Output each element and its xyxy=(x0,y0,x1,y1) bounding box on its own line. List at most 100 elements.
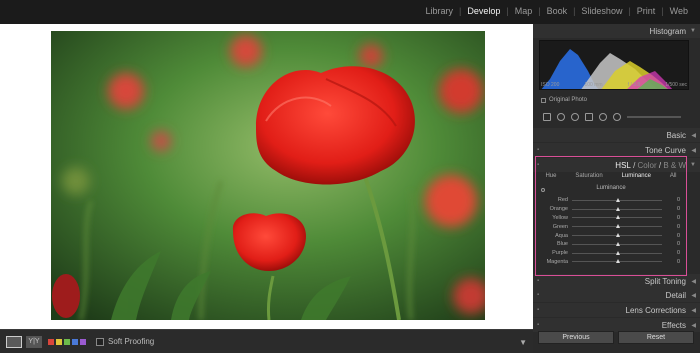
panel-switch-icon[interactable]: ▪ xyxy=(537,147,539,153)
before-after-button[interactable]: Y|Y xyxy=(26,335,42,348)
slider-knob[interactable] xyxy=(616,206,620,211)
slider-row-magenta[interactable]: Magenta 0 xyxy=(536,258,686,267)
hue-tab[interactable]: Hue xyxy=(545,173,556,179)
original-photo-label: Original Photo xyxy=(549,97,588,103)
graduated-filter-icon[interactable] xyxy=(599,113,607,121)
reset-button[interactable]: Reset xyxy=(618,331,694,344)
slider-value[interactable]: 0 xyxy=(662,206,680,212)
slider-row-blue[interactable]: Blue 0 xyxy=(536,240,686,249)
module-develop[interactable]: Develop xyxy=(461,6,506,16)
histogram-title: Histogram xyxy=(649,26,686,36)
slider-value[interactable]: 0 xyxy=(662,250,680,256)
slider-value[interactable]: 0 xyxy=(662,215,680,221)
effects-header[interactable]: ▪ Effects ◀ xyxy=(533,318,700,332)
slider-label: Orange xyxy=(549,206,568,213)
original-photo-toggle[interactable]: Original Photo xyxy=(541,97,587,103)
slider-label: Yellow xyxy=(552,214,568,221)
camera-info: ISO 200 100 mm f / 3.8 1/500 sec xyxy=(539,82,689,88)
bottom-toolbar: Y|Y Soft Proofing ▼ xyxy=(0,329,533,353)
panel-switch-icon[interactable]: ▪ xyxy=(537,307,539,313)
red-eye-icon[interactable] xyxy=(585,113,593,121)
module-slideshow[interactable]: Slideshow xyxy=(575,6,628,16)
slider-label: Green xyxy=(552,223,568,230)
photo-preview[interactable] xyxy=(51,31,485,320)
slider-track[interactable] xyxy=(572,206,662,211)
slider-track[interactable] xyxy=(572,197,662,202)
panel-switch-icon[interactable]: ▪ xyxy=(537,322,539,328)
loupe-view-button[interactable] xyxy=(6,335,22,348)
slider-knob[interactable] xyxy=(616,250,620,255)
toolbar-menu-chevron-icon[interactable]: ▼ xyxy=(519,338,527,347)
slider-track[interactable] xyxy=(572,241,662,246)
slider-knob[interactable] xyxy=(616,259,620,264)
lens-corrections-header[interactable]: ▪ Lens Corrections ◀ xyxy=(533,303,700,317)
expand-triangle-icon: ◀ xyxy=(691,147,696,154)
crop-tool-icon[interactable] xyxy=(557,113,565,121)
luminance-tab[interactable]: Luminance xyxy=(622,173,651,179)
slider-track[interactable] xyxy=(572,224,662,229)
original-photo-checkbox[interactable] xyxy=(541,97,546,103)
slider-value[interactable]: 0 xyxy=(662,224,680,230)
adjustment-brush-slider[interactable] xyxy=(627,116,681,118)
slider-track[interactable] xyxy=(572,259,662,264)
basic-header[interactable]: Basic ◀ xyxy=(533,128,700,142)
all-tab[interactable]: All xyxy=(670,173,677,179)
previous-button[interactable]: Previous xyxy=(538,331,614,344)
histogram-header[interactable]: Histogram ▼ xyxy=(533,24,700,38)
luminance-sliders: Red 0 Orange 0 Yellow 0 Green 0 Aqua 0 B… xyxy=(536,196,686,266)
detail-title: Detail xyxy=(665,290,686,300)
hsl-panel: Hue Saturation Luminance All Luminance R… xyxy=(535,156,687,276)
slider-label: Aqua xyxy=(555,232,568,239)
iso-value: ISO 200 xyxy=(541,82,560,88)
green-label-swatch[interactable] xyxy=(64,338,70,345)
slider-row-green[interactable]: Green 0 xyxy=(536,222,686,231)
slider-track[interactable] xyxy=(572,250,662,255)
slider-track[interactable] xyxy=(572,215,662,220)
effects-title: Effects xyxy=(661,320,686,330)
slider-value[interactable]: 0 xyxy=(662,241,680,247)
slider-row-orange[interactable]: Orange 0 xyxy=(536,205,686,214)
module-web[interactable]: Web xyxy=(664,6,694,16)
purple-label-swatch[interactable] xyxy=(80,338,86,345)
slider-row-yellow[interactable]: Yellow 0 xyxy=(536,214,686,223)
slider-knob[interactable] xyxy=(616,224,620,229)
detail-header[interactable]: ▪ Detail ◀ xyxy=(533,288,700,302)
hsl-mode-tabs: Hue Saturation Luminance All xyxy=(536,173,686,179)
slider-row-red[interactable]: Red 0 xyxy=(536,196,686,205)
slider-knob[interactable] xyxy=(616,233,620,238)
grid-tool-icon[interactable] xyxy=(543,113,551,121)
slider-knob[interactable] xyxy=(616,241,620,246)
module-book[interactable]: Book xyxy=(541,6,574,16)
module-list: Library | Develop | Map | Book | Slidesh… xyxy=(419,6,694,16)
split-toning-header[interactable]: ▪ Split Toning ◀ xyxy=(533,274,700,288)
red-label-swatch[interactable] xyxy=(48,338,54,345)
blue-label-swatch[interactable] xyxy=(72,338,78,345)
soft-proofing-checkbox[interactable] xyxy=(96,337,104,346)
module-print[interactable]: Print xyxy=(631,6,662,16)
saturation-tab[interactable]: Saturation xyxy=(575,173,602,179)
slider-row-purple[interactable]: Purple 0 xyxy=(536,249,686,258)
slider-value[interactable]: 0 xyxy=(662,233,680,239)
panel-switch-icon[interactable]: ▪ xyxy=(537,278,539,284)
module-map[interactable]: Map xyxy=(509,6,539,16)
slider-track[interactable] xyxy=(572,233,662,238)
collapse-triangle-icon: ▼ xyxy=(690,162,696,168)
tone-curve-header[interactable]: ▪ Tone Curve ◀ xyxy=(533,143,700,157)
module-picker-bar: Library | Develop | Map | Book | Slidesh… xyxy=(0,0,700,24)
module-library[interactable]: Library xyxy=(419,6,459,16)
slider-row-aqua[interactable]: Aqua 0 xyxy=(536,231,686,240)
focal-length-value: 100 mm xyxy=(584,82,603,88)
slider-value[interactable]: 0 xyxy=(662,197,680,203)
slider-knob[interactable] xyxy=(616,215,620,220)
slider-label: Red xyxy=(557,197,568,204)
slider-value[interactable]: 0 xyxy=(662,259,680,265)
split-toning-title: Split Toning xyxy=(644,276,686,286)
panel-switch-icon[interactable]: ▪ xyxy=(537,292,539,298)
tool-strip xyxy=(539,110,689,124)
yellow-label-swatch[interactable] xyxy=(56,338,62,345)
expand-triangle-icon: ◀ xyxy=(691,292,696,299)
slider-knob[interactable] xyxy=(616,197,620,202)
radial-filter-icon[interactable] xyxy=(613,113,621,121)
spot-removal-icon[interactable] xyxy=(571,113,579,121)
poppy-photo xyxy=(51,31,485,320)
